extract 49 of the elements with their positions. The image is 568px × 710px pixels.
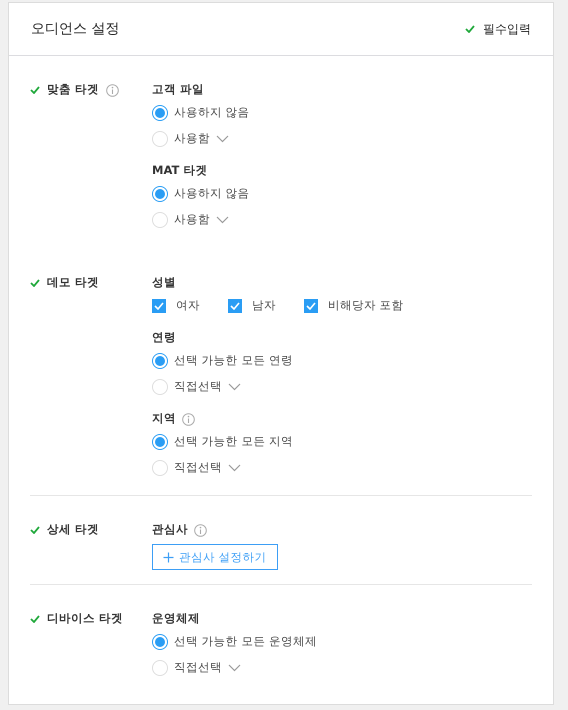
option-label: 직접선택	[174, 380, 222, 394]
required-note: 필수입력	[483, 22, 531, 36]
checkbox[interactable]	[152, 299, 166, 313]
card-title: 오디언스 설정	[31, 20, 120, 38]
chevron-down-icon[interactable]	[228, 464, 241, 472]
radio-button[interactable]	[152, 634, 168, 650]
field-title: MAT 타겟	[152, 164, 208, 178]
check-icon	[30, 86, 40, 94]
info-icon[interactable]	[194, 524, 207, 536]
option-label: 선택 가능한 모든 연령	[174, 354, 293, 368]
checkbox-label: 비해당자 포함	[328, 299, 404, 313]
radio-button[interactable]	[152, 186, 168, 202]
checkbox-label: 남자	[252, 299, 276, 313]
option-label: 선택 가능한 모든 지역	[174, 435, 293, 449]
field-title: 지역	[152, 412, 176, 426]
option-label: 사용함	[174, 213, 210, 227]
section-label: 상세 타겟	[47, 523, 100, 537]
field-title: 운영체제	[152, 612, 200, 626]
section-label: 맞춤 타겟	[47, 83, 100, 97]
info-icon[interactable]	[106, 84, 120, 96]
option-label: 사용함	[174, 132, 210, 146]
option-label: 직접선택	[174, 661, 222, 675]
radio-button[interactable]	[152, 434, 168, 450]
chevron-down-icon[interactable]	[228, 664, 241, 672]
field-title: 성별	[152, 276, 176, 290]
checkbox[interactable]	[228, 299, 242, 313]
field-title: 고객 파일	[152, 83, 204, 97]
plus-icon	[163, 552, 174, 562]
option-label: 사용하지 않음	[174, 187, 250, 201]
option-label: 선택 가능한 모든 운영체제	[174, 635, 317, 649]
field-title: 관심사	[152, 523, 188, 537]
check-icon	[30, 615, 40, 623]
section-label: 데모 타겟	[47, 276, 100, 290]
radio-button[interactable]	[152, 105, 168, 121]
field-title: 연령	[152, 331, 176, 345]
checkbox[interactable]	[304, 299, 318, 313]
check-icon	[30, 279, 40, 287]
section-label: 디바이스 타겟	[47, 612, 124, 626]
chevron-down-icon[interactable]	[216, 216, 229, 224]
check-icon	[465, 24, 475, 33]
info-icon[interactable]	[182, 412, 195, 426]
radio-button[interactable]	[152, 353, 168, 369]
option-label: 사용하지 않음	[174, 106, 250, 120]
check-icon	[30, 526, 40, 534]
option-label: 직접선택	[174, 461, 222, 475]
chevron-down-icon[interactable]	[216, 135, 229, 143]
checkbox-label: 여자	[176, 299, 200, 313]
chevron-down-icon[interactable]	[228, 383, 241, 391]
set-interests-button[interactable]: 관심사 설정하기	[152, 544, 278, 570]
